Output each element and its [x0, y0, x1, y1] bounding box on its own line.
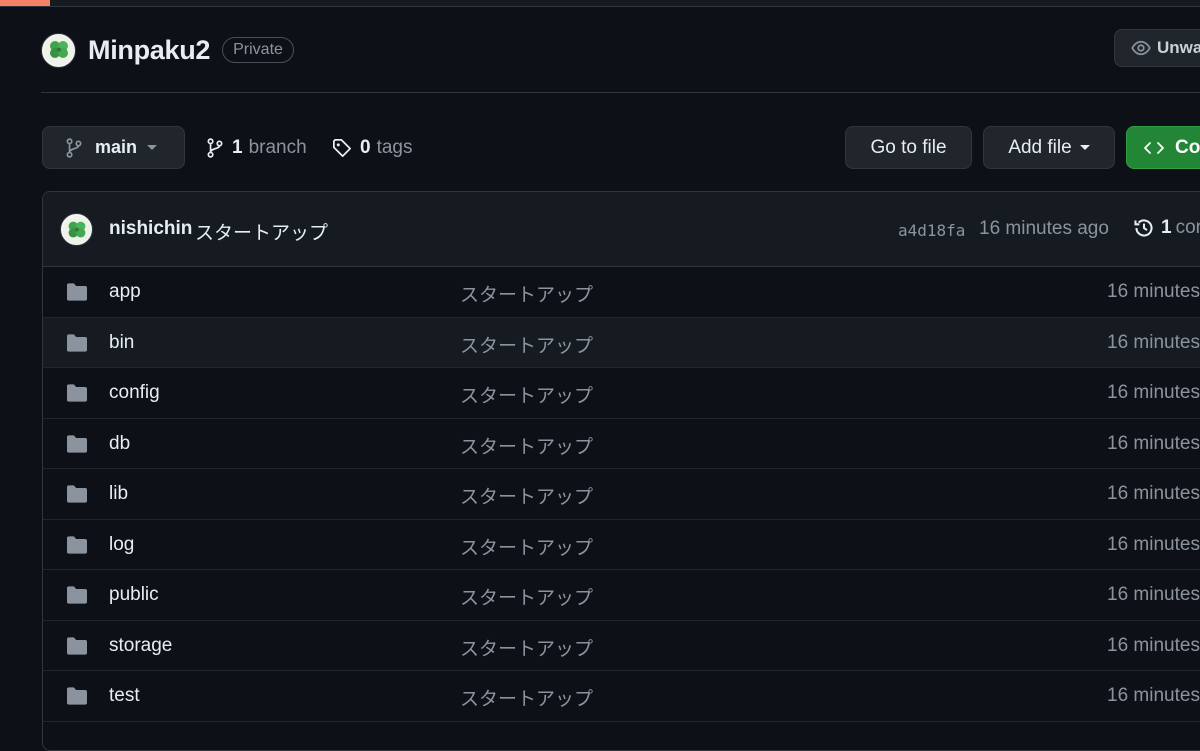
folder-icon: [67, 434, 87, 453]
branches-link[interactable]: 1 branch: [206, 126, 307, 169]
commits-label: cor: [1175, 217, 1200, 238]
chevron-down-icon: [1079, 145, 1090, 150]
folder-icon: [67, 485, 87, 503]
unwatch-button[interactable]: Unwa: [1114, 29, 1200, 67]
top-divider: [0, 6, 1200, 7]
code-button-label: Co: [1175, 136, 1200, 158]
branch-name: main: [95, 137, 138, 157]
file-row[interactable]: config スタートアップ 16 minutes: [43, 368, 1200, 419]
code-icon: [1144, 141, 1164, 154]
file-name[interactable]: bin: [109, 332, 134, 354]
unwatch-label: Unwa: [1157, 38, 1200, 57]
commits-count: 1: [1161, 217, 1172, 238]
file-commit-time: 16 minutes: [1107, 533, 1200, 555]
history-icon: [1134, 219, 1153, 237]
file-commit-message[interactable]: スタートアップ: [460, 280, 593, 307]
file-name[interactable]: config: [109, 382, 160, 404]
tag-count: 0: [360, 136, 371, 158]
header-divider: [41, 92, 1200, 93]
visibility-badge: Private: [222, 37, 294, 63]
git-branch-icon: [207, 137, 223, 158]
clover-avatar-icon: [43, 35, 74, 65]
folder-icon: [67, 535, 87, 554]
file-commit-message[interactable]: スタートアップ: [460, 381, 593, 408]
file-row[interactable]: app スタートアップ 16 minutes: [43, 267, 1200, 318]
latest-commit-bar: nishichin スタートアップ a4d18fa 16 minutes ago…: [43, 192, 1200, 267]
file-commit-time: 16 minutes: [1107, 685, 1200, 706]
file-commit-message[interactable]: スタートアップ: [460, 583, 593, 610]
file-row[interactable]: public スタートアップ 16 minutes: [43, 570, 1200, 621]
repo-name[interactable]: Minpaku2: [88, 35, 210, 66]
chevron-down-icon: [147, 145, 158, 150]
tag-icon: [333, 138, 351, 157]
commit-message[interactable]: スタートアップ: [195, 218, 328, 245]
code-button[interactable]: Co: [1126, 126, 1200, 169]
file-commit-time: 16 minutes: [1107, 483, 1200, 504]
file-row[interactable]: bin スタートアップ 16 minutes: [43, 317, 1200, 368]
folder-icon: [67, 687, 87, 705]
file-commit-message[interactable]: スタートアップ: [460, 331, 593, 358]
file-commit-message[interactable]: スタートアップ: [460, 432, 593, 459]
file-commit-time: 16 minutes: [1107, 584, 1200, 605]
tag-label: tags: [376, 136, 413, 158]
commit-sha[interactable]: a4d18fa: [898, 221, 965, 240]
go-to-file-button[interactable]: Go to file: [845, 126, 972, 169]
file-row[interactable]: log スタートアップ 16 minutes: [43, 520, 1200, 570]
commit-author[interactable]: nishichin: [109, 218, 192, 240]
branch-count: 1: [232, 136, 243, 158]
file-row[interactable]: lib スタートアップ 16 minutes: [43, 469, 1200, 520]
folder-icon: [67, 333, 87, 352]
file-commit-time: 16 minutes: [1107, 382, 1200, 403]
file-list: nishichin スタートアップ a4d18fa 16 minutes ago…: [42, 191, 1200, 751]
add-file-button[interactable]: Add file: [983, 126, 1115, 169]
add-file-label: Add file: [1008, 136, 1072, 158]
file-name[interactable]: public: [109, 584, 159, 606]
file-commit-message[interactable]: スタートアップ: [460, 634, 593, 661]
folder-icon: [67, 636, 87, 655]
file-commit-time: 16 minutes: [1107, 634, 1200, 656]
folder-icon: [67, 586, 87, 604]
file-name[interactable]: lib: [109, 483, 128, 505]
file-name[interactable]: log: [109, 534, 134, 556]
owner-avatar[interactable]: [41, 32, 76, 68]
branch-selector[interactable]: main: [42, 126, 185, 169]
file-name[interactable]: storage: [109, 635, 172, 657]
file-name[interactable]: db: [109, 433, 130, 455]
folder-icon: [67, 384, 87, 402]
file-commit-message[interactable]: スタートアップ: [460, 482, 593, 509]
file-commit-time: 16 minutes: [1107, 281, 1200, 302]
file-commit-time: 16 minutes: [1107, 432, 1200, 454]
commits-link[interactable]: 1 cor: [1133, 217, 1200, 239]
file-row[interactable]: storage スタートアップ 16 minutes: [43, 621, 1200, 671]
repo-header: Minpaku2 Private: [41, 32, 294, 68]
file-commit-time: 16 minutes: [1107, 331, 1200, 353]
file-row[interactable]: test スタートアップ 16 minutes: [43, 671, 1200, 722]
git-branch-icon: [66, 137, 82, 158]
author-avatar[interactable]: [60, 213, 93, 246]
file-commit-message[interactable]: スタートアップ: [460, 684, 593, 711]
branch-label: branch: [248, 136, 307, 158]
commit-time: 16 minutes ago: [979, 218, 1109, 239]
file-row[interactable]: db スタートアップ 16 minutes: [43, 419, 1200, 469]
clover-avatar-icon: [62, 215, 91, 244]
tags-link[interactable]: 0 tags: [332, 126, 413, 169]
file-name[interactable]: app: [109, 281, 141, 303]
eye-icon: [1131, 40, 1151, 56]
file-commit-message[interactable]: スタートアップ: [460, 533, 593, 560]
folder-icon: [67, 283, 87, 301]
file-name[interactable]: test: [109, 685, 140, 707]
